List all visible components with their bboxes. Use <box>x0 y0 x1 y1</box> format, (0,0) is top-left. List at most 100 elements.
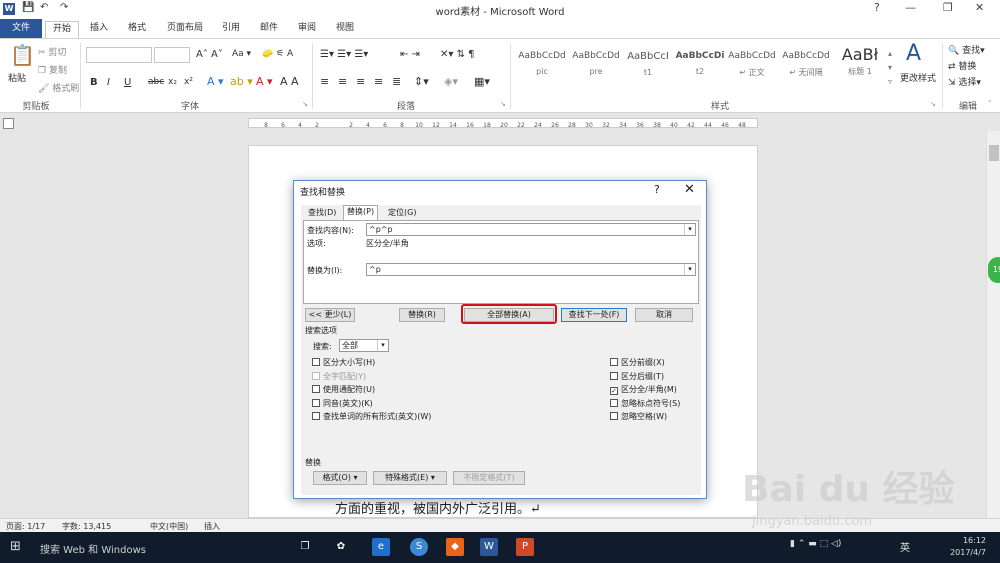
horizontal-ruler[interactable]: 8 6 4 2 2 4 6 8 10 12 14 16 18 20 22 24 26 28 30 32 34 36 38 40… <box>248 118 758 128</box>
minimize-icon[interactable]: — <box>905 1 916 14</box>
search-direction-select[interactable]: 全部 ▾ <box>339 339 389 352</box>
distributed-icon[interactable]: ≣ <box>392 75 401 88</box>
insert-mode[interactable]: 插入 <box>204 521 220 532</box>
option-checkbox[interactable]: 忽略标点符号(S) <box>610 398 680 409</box>
page-count[interactable]: 页面: 1/17 <box>6 521 45 532</box>
italic-button[interactable]: I <box>107 77 110 88</box>
browser-icon[interactable]: S <box>410 538 428 556</box>
fox-app-icon[interactable]: ◆ <box>446 538 464 556</box>
indent-icons[interactable]: ⇤ ⇥ <box>400 49 420 60</box>
ime-indicator[interactable]: 英 <box>900 539 910 554</box>
vertical-scrollbar[interactable] <box>986 131 1000 518</box>
style-pre[interactable]: AaBbCcDd pre <box>570 45 622 89</box>
option-checkbox[interactable]: 全字匹配(Y) <box>312 371 366 382</box>
align-left-icon[interactable]: ≡ <box>320 75 329 88</box>
bullets-icon[interactable]: ☰▾ ☰▾ ☰▾ <box>320 49 368 60</box>
tab-selector-icon[interactable] <box>3 118 14 129</box>
char-shading-icon[interactable]: A A <box>280 75 299 88</box>
unchecked-box-icon[interactable] <box>610 358 618 366</box>
align-center-icon[interactable]: ≡ <box>338 75 347 88</box>
underline-button[interactable]: U <box>124 77 131 88</box>
replace-with-input[interactable]: ^p ▾ <box>366 263 696 276</box>
font-size-select[interactable] <box>154 47 190 63</box>
no-formatting-button[interactable]: 不限定格式(T) <box>453 471 525 485</box>
windows-start-icon[interactable]: ⊞ <box>10 539 21 554</box>
tab-find[interactable]: 查找(D) <box>305 207 339 220</box>
styles-dialog-launcher-icon[interactable]: ↘ <box>930 100 936 108</box>
tab-goto[interactable]: 定位(G) <box>385 207 419 220</box>
option-checkbox[interactable]: 区分大小写(H) <box>312 357 375 368</box>
bold-button[interactable]: B <box>90 77 98 88</box>
taskbar-search-input[interactable]: 搜索 Web 和 Windows <box>40 541 146 556</box>
font-color-icon[interactable]: A ▾ <box>256 75 273 88</box>
cancel-button[interactable]: 取消 <box>635 308 693 322</box>
line-spacing-icon[interactable]: ⇕▾ <box>414 75 429 88</box>
close-icon[interactable]: ✕ <box>684 182 695 197</box>
unchecked-box-icon[interactable] <box>312 358 320 366</box>
option-checkbox[interactable]: 区分前缀(X) <box>610 357 665 368</box>
chevron-down-icon[interactable]: ▾ <box>377 340 388 351</box>
tab-references[interactable]: 引用 <box>216 21 246 38</box>
tab-home[interactable]: 开始 <box>45 21 79 38</box>
tab-file[interactable]: 文件 <box>0 19 42 38</box>
borders-icon[interactable]: ▦▾ <box>474 75 490 88</box>
word-taskbar-icon[interactable]: W <box>480 538 498 556</box>
cut-button[interactable]: ✂ 剪切 <box>38 45 66 58</box>
find-next-button[interactable]: 查找下一处(F) <box>561 308 627 322</box>
text-effects-icon[interactable]: A ▾ <box>207 75 224 88</box>
edge-icon[interactable]: e <box>372 538 390 556</box>
special-button[interactable]: 特殊格式(E) ▾ <box>373 471 447 485</box>
chevron-down-icon[interactable]: ▾ <box>684 224 695 235</box>
font-name-select[interactable] <box>86 47 152 63</box>
format-button[interactable]: 格式(O) ▾ <box>313 471 367 485</box>
find-what-input[interactable]: ^p^p ▾ <box>366 223 696 236</box>
floating-widget-badge[interactable]: 19 <box>988 257 1000 283</box>
paste-icon[interactable]: 📋 <box>10 43 35 67</box>
option-checkbox[interactable]: 区分后缀(T) <box>610 371 664 382</box>
clear-format-icon[interactable]: 🧽 ⚟ A <box>262 49 293 59</box>
option-checkbox[interactable]: 同音(英文)(K) <box>312 398 373 409</box>
strikethrough-button[interactable]: abc <box>148 77 164 87</box>
format-painter-button[interactable]: 🖌 格式刷 <box>38 81 79 94</box>
change-styles-button[interactable]: 更改样式 <box>900 71 936 84</box>
option-checkbox[interactable]: 使用通配符(U) <box>312 384 375 395</box>
copy-button[interactable]: ❐ 复制 <box>38 63 67 76</box>
task-view-icon[interactable]: ❐ <box>296 538 314 556</box>
superscript-button[interactable]: x² <box>184 77 193 87</box>
grow-font-icon[interactable]: A˄ A˅ <box>196 49 223 60</box>
option-checkbox[interactable]: 查找单词的所有形式(英文)(W) <box>312 411 431 422</box>
change-case-icon[interactable]: Aa ▾ <box>232 49 251 59</box>
unchecked-box-icon[interactable] <box>312 398 320 407</box>
tab-page-layout[interactable]: 页面布局 <box>160 21 210 38</box>
fan-app-icon[interactable]: ✿ <box>332 538 350 556</box>
highlight-icon[interactable]: ab ▾ <box>230 75 253 88</box>
word-count[interactable]: 字数: 13,415 <box>62 521 111 532</box>
tab-review[interactable]: 审阅 <box>292 21 322 38</box>
powerpoint-icon[interactable]: P <box>516 538 534 556</box>
tab-replace[interactable]: 替换(P) <box>343 205 379 220</box>
subscript-button[interactable]: x₂ <box>168 77 177 87</box>
unchecked-box-icon[interactable] <box>610 412 618 420</box>
shading-icon[interactable]: ◈▾ <box>444 75 458 88</box>
help-icon[interactable]: ? <box>654 183 660 196</box>
help-icon[interactable]: ? <box>874 1 880 14</box>
restore-icon[interactable]: ❐ <box>943 1 953 14</box>
font-dialog-launcher-icon[interactable]: ↘ <box>302 100 308 108</box>
collapse-ribbon-icon[interactable]: ˄ <box>988 100 992 108</box>
unchecked-box-icon[interactable] <box>312 371 320 380</box>
language[interactable]: 中文(中国) <box>150 521 188 532</box>
paste-button[interactable]: 粘贴 <box>8 71 26 84</box>
tab-view[interactable]: 视图 <box>330 21 360 38</box>
option-checkbox[interactable]: ✓ 区分全/半角(M) <box>610 384 677 395</box>
style-normal[interactable]: AaBbCcDd ↵ 正文 <box>726 45 778 89</box>
checked-box-icon[interactable]: ✓ <box>610 387 618 395</box>
option-checkbox[interactable]: 忽略空格(W) <box>610 411 667 422</box>
taskbar-clock[interactable]: 16:12 2017/4/7 <box>948 535 986 559</box>
style-t1[interactable]: AaBbCcI t1 <box>622 45 674 89</box>
unchecked-box-icon[interactable] <box>610 398 618 407</box>
document-text-line[interactable]: 方面的重视，被国内外广泛引用。↵ <box>335 498 541 517</box>
replace-button[interactable]: ⇄ 替换 <box>948 59 976 72</box>
tray-icons[interactable]: ▮ ⌃ ▬ ⬚ ◁) <box>790 539 841 549</box>
unchecked-box-icon[interactable] <box>312 412 320 420</box>
unchecked-box-icon[interactable] <box>312 385 320 393</box>
